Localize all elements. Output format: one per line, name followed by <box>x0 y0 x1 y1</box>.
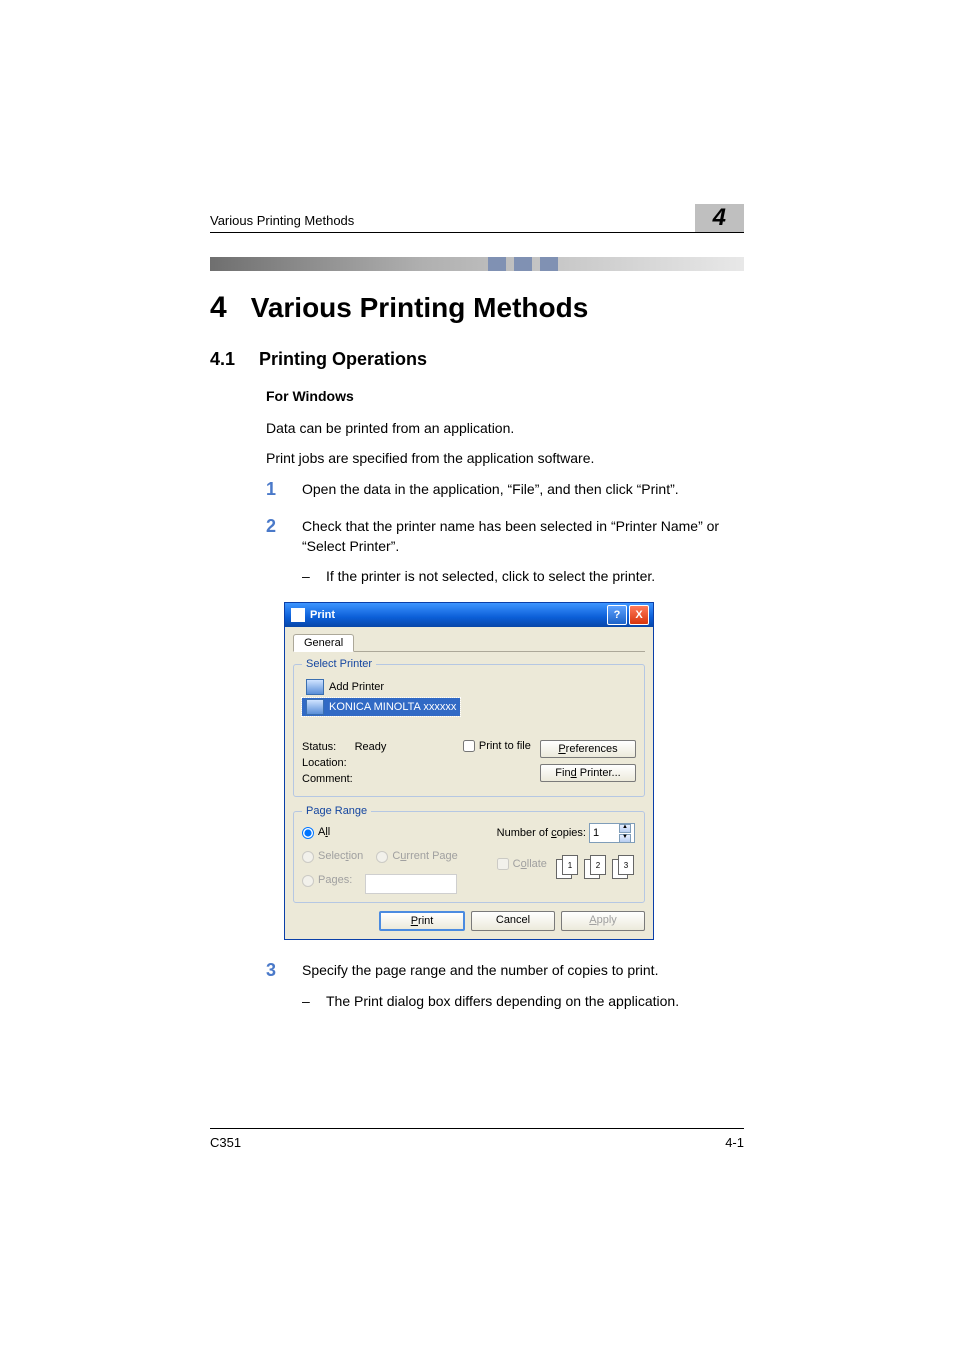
step-text-inner: Check that the printer name has been sel… <box>302 518 719 554</box>
step: 1 Open the data in the application, “Fil… <box>266 479 744 500</box>
collate-icon: 1 1 2 2 3 3 <box>556 855 636 879</box>
add-printer-label: Add Printer <box>329 681 384 693</box>
copies-stepper[interactable]: 1 ▲ ▼ <box>589 823 635 843</box>
radio-pages: Pages: <box>302 871 352 891</box>
print-to-file-input[interactable] <box>463 740 475 752</box>
dialog-body: General Select Printer Add Printer KONIC… <box>285 627 653 939</box>
page-range-inner: All Selection Current Page <box>302 823 636 894</box>
status-label: Status: <box>302 741 336 753</box>
radio-all[interactable]: All <box>302 823 330 843</box>
step-number: 3 <box>266 960 284 1011</box>
close-button[interactable]: X <box>629 605 649 625</box>
heading-2-number: 4.1 <box>210 349 235 370</box>
spin-up-icon[interactable]: ▲ <box>619 824 631 833</box>
collate-checkbox: Collate <box>497 858 547 870</box>
step-number: 2 <box>266 516 284 587</box>
collate-input <box>497 858 509 870</box>
step-number: 1 <box>266 479 284 500</box>
dash-icon: – <box>302 991 316 1011</box>
preferences-button[interactable]: Preferences <box>540 740 636 758</box>
tab-general[interactable]: General <box>293 634 354 652</box>
tab-strip: General <box>293 633 645 652</box>
step: 3 Specify the page range and the number … <box>266 960 744 1011</box>
printer-icon <box>306 699 324 715</box>
list-item[interactable]: Add Printer <box>302 678 388 696</box>
heading-2-text: Printing Operations <box>259 349 427 370</box>
radio-selection-input <box>302 851 314 863</box>
select-printer-group: Select Printer Add Printer KONICA MINOLT… <box>293 658 645 797</box>
page-range-legend: Page Range <box>302 805 371 817</box>
sub-item: – The Print dialog box differs depending… <box>302 991 744 1011</box>
dialog-actions: Print Cancel Apply <box>293 911 645 931</box>
running-header: Various Printing Methods 4 <box>210 200 744 233</box>
help-button[interactable]: ? <box>607 605 627 625</box>
radio-current-page: Current Page <box>376 847 457 867</box>
printer-list[interactable]: Add Printer KONICA MINOLTA xxxxxx <box>302 676 636 724</box>
copies-label: Number of copies: <box>497 827 586 839</box>
step-text: Check that the printer name has been sel… <box>302 516 744 587</box>
sheet-icon: 3 <box>618 855 634 875</box>
radio-selection: Selection <box>302 847 363 867</box>
gradient-accent <box>488 257 558 271</box>
printer-icon <box>291 608 305 622</box>
step-text-inner: Specify the page range and the number of… <box>302 962 658 978</box>
chapter-badge: 4 <box>695 204 744 232</box>
sub-item: – If the printer is not selected, click … <box>302 566 744 586</box>
dialog-title: Print <box>310 609 335 621</box>
range-left: All Selection Current Page <box>302 823 468 894</box>
page-range-group: Page Range All Selection <box>293 805 645 903</box>
copies-value: 1 <box>593 827 599 839</box>
status-row: Status: Ready Location: Comment: Print t… <box>302 740 636 788</box>
spin-down-icon[interactable]: ▼ <box>619 834 631 843</box>
running-title: Various Printing Methods <box>210 213 354 228</box>
select-printer-legend: Select Printer <box>302 658 376 670</box>
cancel-button[interactable]: Cancel <box>471 911 555 931</box>
status-value: Ready <box>355 741 387 753</box>
paragraph: Data can be printed from an application. <box>266 418 744 438</box>
sheet-icon: 2 <box>590 855 606 875</box>
comment-label: Comment: <box>302 773 353 785</box>
page: Various Printing Methods 4 4 Various Pri… <box>0 0 954 1350</box>
list-item[interactable]: KONICA MINOLTA xxxxxx <box>302 698 460 716</box>
heading-2: 4.1 Printing Operations <box>210 349 744 370</box>
sheet-icon: 1 <box>562 855 578 875</box>
range-right: Number of copies: 1 ▲ ▼ <box>497 823 636 894</box>
step-text: Open the data in the application, “File”… <box>302 479 744 500</box>
radio-current-input <box>376 851 388 863</box>
print-to-file-label: Print to file <box>479 740 531 752</box>
radio-pages-input <box>302 875 314 887</box>
printer-label: KONICA MINOLTA xxxxxx <box>329 701 456 713</box>
footer-right: 4-1 <box>725 1135 744 1150</box>
heading-3: For Windows <box>266 388 744 404</box>
footer-left: C351 <box>210 1135 241 1150</box>
section-gradient-bar <box>210 257 744 271</box>
spin-buttons[interactable]: ▲ ▼ <box>619 824 631 843</box>
heading-1-number: 4 <box>210 291 227 325</box>
step: 2 Check that the printer name has been s… <box>266 516 744 587</box>
location-label: Location: <box>302 757 347 769</box>
status-left: Status: Ready Location: Comment: <box>302 740 386 788</box>
add-printer-icon <box>306 679 324 695</box>
print-button[interactable]: Print <box>379 911 465 931</box>
status-right: Print to file Preferences /* keep litera… <box>463 740 636 788</box>
body-indent: For Windows Data can be printed from an … <box>266 388 744 1011</box>
title-bar[interactable]: Print ? X <box>285 603 653 627</box>
print-to-file-checkbox[interactable]: Print to file <box>463 740 531 752</box>
dash-icon: – <box>302 566 316 586</box>
find-printer-button[interactable]: Find Printer... <box>540 764 636 782</box>
print-dialog: Print ? X General Select Printer Add P <box>284 602 654 940</box>
radio-all-input[interactable] <box>302 827 314 839</box>
step-text: Specify the page range and the number of… <box>302 960 744 1011</box>
sub-text: If the printer is not selected, click to… <box>326 566 655 586</box>
paragraph: Print jobs are specified from the applic… <box>266 448 744 468</box>
apply-button: Apply <box>561 911 645 931</box>
running-footer: C351 4-1 <box>210 1128 744 1150</box>
pages-input <box>365 874 457 894</box>
heading-1: 4 Various Printing Methods <box>210 291 744 325</box>
heading-1-text: Various Printing Methods <box>251 292 589 324</box>
sub-text: The Print dialog box differs depending o… <box>326 991 679 1011</box>
